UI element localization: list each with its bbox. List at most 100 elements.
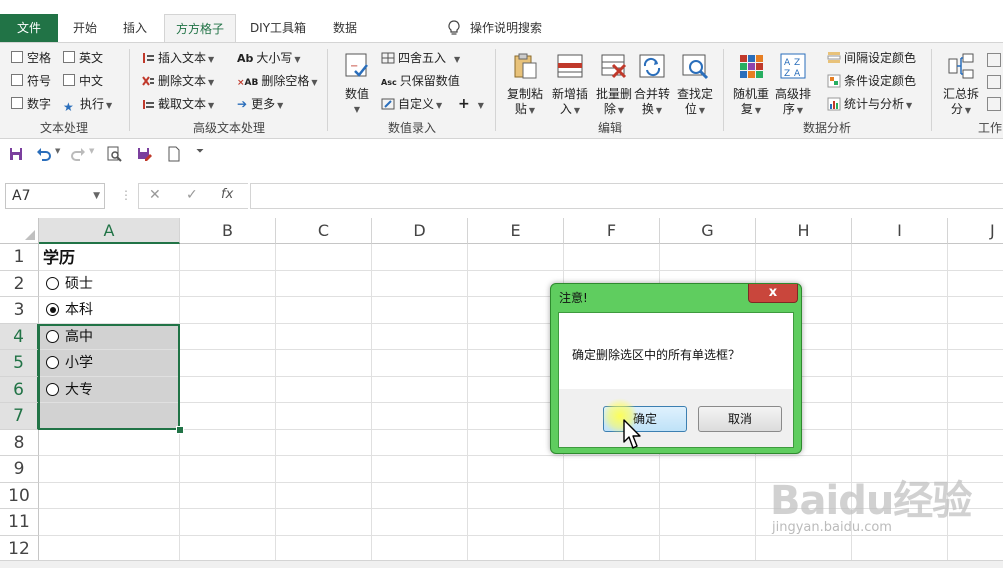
row-header[interactable]: 9 [0, 456, 39, 483]
undo-icon[interactable] [36, 146, 52, 162]
symbol-checkbox[interactable]: 符号 [11, 72, 51, 90]
insert-text-button[interactable]: 插入文本 ▼ [141, 49, 214, 67]
redo-icon[interactable] [70, 146, 86, 162]
group-label-edit: 编辑 [597, 121, 622, 135]
print-preview-icon[interactable] [106, 146, 122, 162]
row-header[interactable]: 3 [0, 297, 39, 324]
column-header[interactable]: B [180, 218, 276, 244]
custom-button[interactable]: 自定义 ▼ + ▼ [381, 95, 484, 113]
select-all-corner[interactable] [0, 218, 39, 244]
save-icon[interactable] [8, 146, 24, 162]
customize-toolbar-icon[interactable]: ⏷ [196, 146, 204, 157]
extract-text-icon [143, 100, 154, 109]
new-insert-button[interactable]: 新增插 入 ▼ [548, 51, 592, 118]
plus-icon[interactable]: + [458, 96, 470, 112]
row-header[interactable]: 11 [0, 509, 39, 536]
row-header[interactable]: 12 [0, 536, 39, 562]
radio-option[interactable]: 本科 [40, 297, 179, 324]
row-header[interactable]: 8 [0, 430, 39, 456]
dialog-title: 注意! [559, 291, 588, 305]
tell-me-search[interactable]: 操作说明搜索 [470, 14, 556, 42]
column-header[interactable]: D [372, 218, 468, 244]
copy-paste-button[interactable]: 复制粘 贴 ▼ [503, 51, 547, 118]
cancel-icon[interactable]: ✕ [149, 187, 161, 203]
column-header[interactable]: H [756, 218, 852, 244]
row-header[interactable]: 10 [0, 483, 39, 509]
column-header[interactable]: A [39, 218, 180, 244]
cond-color-button[interactable]: 条件设定颜色 [827, 72, 916, 90]
column-header[interactable]: I [852, 218, 948, 244]
enter-icon[interactable]: ✓ [186, 187, 198, 203]
column-header[interactable]: F [564, 218, 660, 244]
number-checkbox[interactable]: 数字 [11, 95, 51, 113]
number-format-icon: − [345, 53, 368, 77]
tab-home[interactable]: 开始 [60, 14, 110, 42]
delete-space-button[interactable]: ×AB 删除空格 ▼ [237, 72, 318, 90]
number-format-button[interactable]: − 数值 ▼ [337, 51, 377, 117]
splitter-icon[interactable]: ⋮ [120, 188, 132, 202]
new-document-icon[interactable] [166, 146, 182, 162]
summary-split-icon [948, 53, 974, 79]
delete-text-button[interactable]: 删除文本 ▼ [141, 72, 214, 90]
space-checkbox[interactable]: 空格 [11, 49, 51, 67]
gridline [39, 402, 1003, 403]
fill-handle[interactable] [176, 426, 184, 434]
row-header[interactable]: 7 [0, 403, 39, 430]
summary-split-button[interactable]: 汇总拆 分 ▼ [939, 51, 983, 118]
extract-text-label: 截取文本 [158, 97, 207, 111]
round-button[interactable]: 四舍五入 ▼ [381, 49, 460, 67]
random-icon [740, 55, 763, 78]
cell-a1[interactable]: 学历 [40, 244, 179, 271]
redo-dropdown-icon[interactable]: ▼ [89, 147, 94, 155]
row-header[interactable]: 2 [0, 271, 39, 297]
name-box[interactable]: A7 ▼ [5, 183, 105, 209]
stats-button[interactable]: 统计与分析 ▼ [827, 95, 912, 113]
advanced-sort-button[interactable]: AZZA 高级排 序 ▼ [773, 51, 813, 118]
column-header[interactable]: C [276, 218, 372, 244]
chinese-checkbox[interactable]: 中文 [63, 72, 103, 90]
new-insert-label-2: 入 [559, 102, 572, 116]
column-header[interactable]: E [468, 218, 564, 244]
insert-function-icon[interactable]: fx [221, 187, 233, 202]
worksheet-icon[interactable] [987, 97, 1001, 111]
summary-split-label-1: 汇总拆 [942, 87, 979, 101]
row-header[interactable]: 6 [0, 377, 39, 403]
formula-input[interactable] [250, 183, 1003, 209]
close-button[interactable]: x [748, 284, 798, 303]
tab-insert[interactable]: 插入 [112, 14, 158, 42]
english-checkbox[interactable]: 英文 [63, 49, 103, 67]
window-top-strip [0, 0, 1003, 10]
more-button[interactable]: ➔ 更多 ▼ [237, 95, 283, 113]
find-locate-button[interactable]: 查找定 位 ▼ [673, 51, 717, 118]
lightbulb-icon [448, 20, 460, 35]
chevron-down-icon[interactable]: ▼ [93, 184, 100, 208]
worksheet-icon[interactable] [987, 75, 1001, 89]
worksheet-icon[interactable] [987, 53, 1001, 67]
row-header[interactable]: 4 [0, 324, 39, 350]
column-header[interactable]: J [948, 218, 1003, 244]
radio-button-selected[interactable] [46, 303, 59, 316]
extract-text-button[interactable]: 截取文本 ▼ [141, 95, 214, 113]
interval-color-button[interactable]: 间隔设定颜色 [827, 49, 916, 67]
tab-diy[interactable]: DIY工具箱 [240, 14, 316, 42]
row-header[interactable]: 5 [0, 350, 39, 377]
radio-button[interactable] [46, 277, 59, 290]
group-separator [931, 49, 932, 131]
merge-convert-button[interactable]: 合并转 换 ▼ [630, 51, 674, 118]
keep-value-button[interactable]: Asc 只保留数值 [381, 72, 460, 90]
radio-option[interactable]: 硕士 [40, 271, 179, 297]
tab-file[interactable]: 文件 [0, 14, 58, 42]
group-label-numeric: 数值录入 [387, 121, 436, 135]
tab-ffgz[interactable]: 方方格子 [164, 14, 236, 43]
delete-text-label: 删除文本 [158, 74, 207, 88]
random-repeat-button[interactable]: 随机重 复 ▼ [731, 51, 771, 118]
execute-button[interactable]: ★ 执行 ▼ [63, 95, 112, 114]
undo-dropdown-icon[interactable]: ▼ [55, 147, 60, 155]
column-header[interactable]: G [660, 218, 756, 244]
case-button[interactable]: Ab 大小写 ▼ [237, 49, 301, 67]
tab-data[interactable]: 数据 [322, 14, 368, 42]
save-as-icon[interactable] [136, 146, 152, 162]
clipboard-icon [514, 53, 537, 79]
cancel-button[interactable]: 取消 [698, 406, 782, 432]
row-header[interactable]: 1 [0, 244, 39, 271]
